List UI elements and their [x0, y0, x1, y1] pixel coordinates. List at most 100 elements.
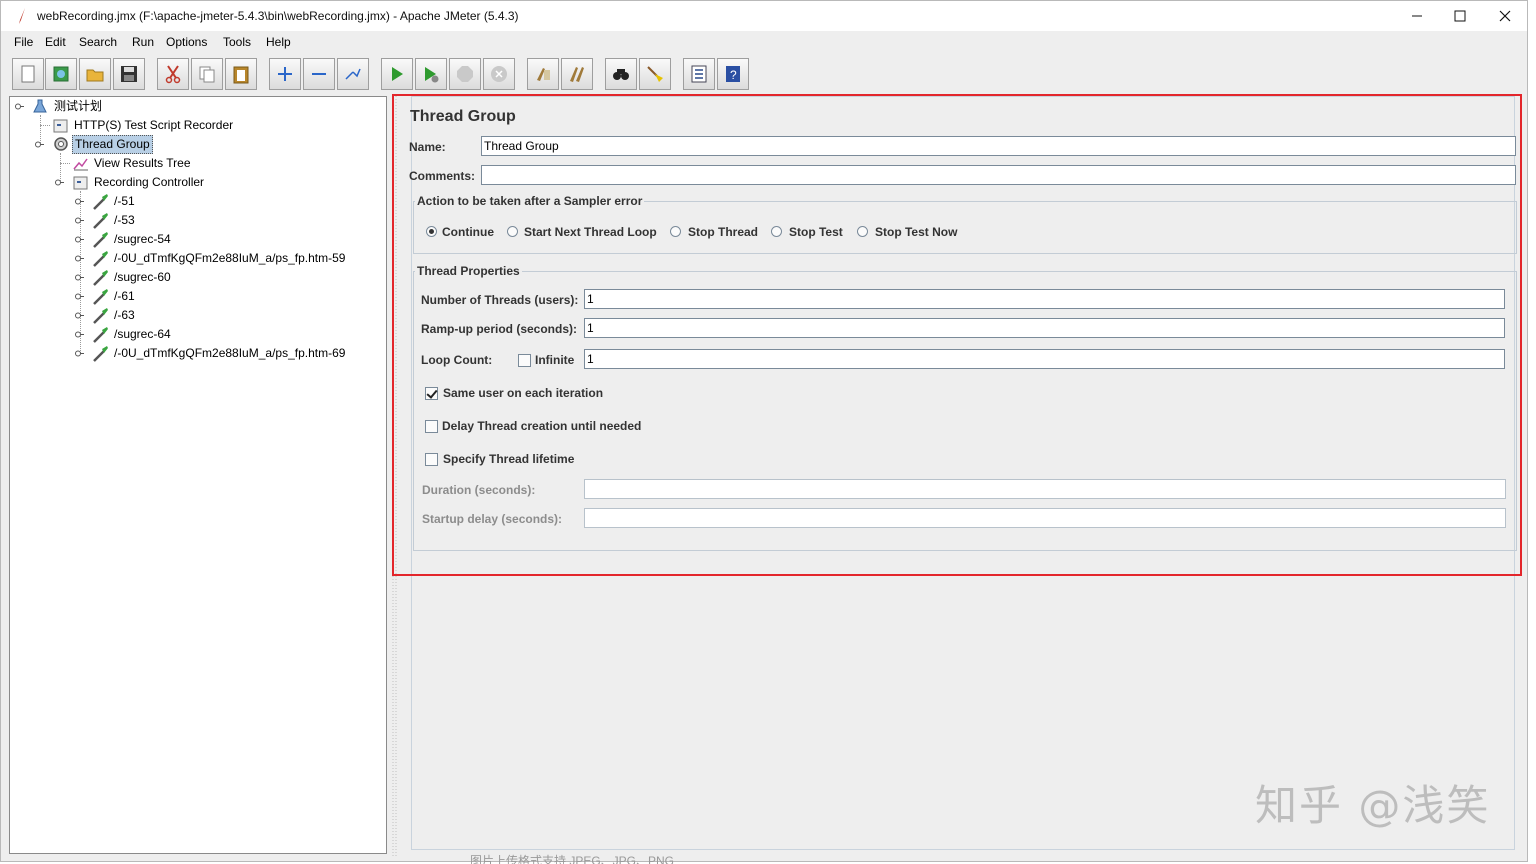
tree-item-sampler[interactable]: /-0U_dTmfKgQFm2e88IuM_a/ps_fp.htm-59 — [10, 249, 386, 268]
menu-run[interactable]: Run — [132, 35, 154, 49]
menu-bar: File Edit Search Run Options Tools Help — [1, 31, 1527, 53]
window-title: webRecording.jmx (F:\apache-jmeter-5.4.3… — [37, 9, 519, 23]
highlight-box — [392, 94, 1522, 576]
jmeter-feather-icon — [19, 8, 25, 24]
test-plan-tree[interactable]: 测试计划 HTTP(S) Test Script Recorder Thread… — [9, 96, 387, 854]
tree-expand-icon[interactable] — [75, 330, 84, 339]
tree-item-label: Recording Controller — [94, 175, 205, 189]
toggle-button[interactable] — [337, 58, 369, 90]
sampler-icon — [93, 251, 108, 267]
menu-options[interactable]: Options — [166, 35, 207, 49]
tree-item-sampler[interactable]: /sugrec-60 — [10, 268, 386, 287]
maximize-button[interactable] — [1437, 1, 1483, 31]
tree-expand-icon[interactable] — [75, 292, 84, 301]
paste-icon — [233, 66, 249, 84]
expand-button[interactable] — [269, 58, 301, 90]
cut-button[interactable] — [157, 58, 189, 90]
start-button[interactable] — [381, 58, 413, 90]
stop-icon — [457, 66, 473, 82]
templates-button[interactable] — [45, 58, 77, 90]
sampler-icon — [93, 308, 108, 324]
collapse-button[interactable] — [303, 58, 335, 90]
expand-icon — [278, 67, 292, 81]
search-button[interactable] — [605, 58, 637, 90]
start-no-pauses-button[interactable] — [415, 58, 447, 90]
tree-item-label: HTTP(S) Test Script Recorder — [74, 118, 234, 132]
clear-all-button[interactable] — [561, 58, 593, 90]
close-icon — [1499, 10, 1511, 22]
open-icon — [86, 69, 104, 82]
save-button[interactable] — [113, 58, 145, 90]
tree-item-view-results-tree[interactable]: View Results Tree — [10, 154, 386, 173]
help-icon: ? — [726, 66, 740, 82]
collapse-icon — [312, 73, 326, 75]
sampler-icon — [93, 289, 108, 305]
tree-item-sampler[interactable]: /-53 — [10, 211, 386, 230]
sampler-icon — [93, 194, 108, 210]
sampler-icon — [93, 327, 108, 343]
minimize-icon — [1412, 15, 1422, 17]
shutdown-button[interactable] — [483, 58, 515, 90]
sampler-icon — [93, 346, 108, 362]
tree-item-test-plan[interactable]: 测试计划 — [10, 97, 386, 116]
sampler-icon — [93, 270, 108, 286]
tree-expand-icon[interactable] — [55, 178, 64, 187]
new-icon — [21, 65, 35, 83]
save-icon — [121, 66, 137, 82]
paste-button[interactable] — [225, 58, 257, 90]
menu-help[interactable]: Help — [266, 35, 291, 49]
search-icon — [613, 69, 629, 80]
recorder-icon — [53, 119, 68, 133]
tree-item-recording-controller[interactable]: Recording Controller — [10, 173, 386, 192]
copy-button[interactable] — [191, 58, 223, 90]
tree-item-label: /sugrec-60 — [114, 270, 171, 284]
tree-item-label: /-0U_dTmfKgQFm2e88IuM_a/ps_fp.htm-69 — [114, 346, 346, 360]
stop-button[interactable] — [449, 58, 481, 90]
start-no-pauses-icon — [425, 67, 439, 83]
tree-item-sampler[interactable]: /sugrec-64 — [10, 325, 386, 344]
tree-item-label: View Results Tree — [94, 156, 191, 170]
new-button[interactable] — [12, 58, 44, 90]
tree-item-sampler[interactable]: /sugrec-54 — [10, 230, 386, 249]
templates-icon — [53, 66, 69, 82]
thread-group-icon — [54, 137, 68, 151]
open-button[interactable] — [79, 58, 111, 90]
tree-expand-icon[interactable] — [75, 216, 84, 225]
controller-icon — [73, 176, 88, 190]
tree-item-label: 测试计划 — [54, 99, 103, 113]
menu-tools[interactable]: Tools — [223, 35, 251, 49]
tree-item-recorder[interactable]: HTTP(S) Test Script Recorder — [10, 116, 386, 135]
tree-item-label: Thread Group — [72, 135, 153, 154]
tree-expand-icon[interactable] — [75, 254, 84, 263]
menu-edit[interactable]: Edit — [45, 35, 66, 49]
results-tree-icon — [73, 158, 88, 171]
close-button[interactable] — [1482, 1, 1528, 31]
tree-expand-icon[interactable] — [15, 102, 24, 111]
maximize-icon — [1454, 10, 1466, 22]
tree-item-sampler[interactable]: /-51 — [10, 192, 386, 211]
toggle-icon — [345, 68, 361, 80]
tree-item-sampler[interactable]: /-0U_dTmfKgQFm2e88IuM_a/ps_fp.htm-69 — [10, 344, 386, 363]
tree-expand-icon[interactable] — [75, 311, 84, 320]
tree-item-label: /sugrec-64 — [114, 327, 171, 341]
shutdown-icon — [491, 66, 507, 82]
menu-search[interactable]: Search — [79, 35, 117, 49]
menu-file[interactable]: File — [14, 35, 33, 49]
tree-item-thread-group[interactable]: Thread Group — [10, 135, 386, 154]
clear-button[interactable] — [527, 58, 559, 90]
help-button[interactable]: ? — [717, 58, 749, 90]
tree-expand-icon[interactable] — [75, 197, 84, 206]
tree-expand-icon[interactable] — [75, 273, 84, 282]
cut-icon — [165, 65, 181, 84]
tree-expand-icon[interactable] — [75, 349, 84, 358]
function-helper-button[interactable] — [683, 58, 715, 90]
tree-expand-icon[interactable] — [35, 140, 44, 149]
start-icon — [392, 67, 403, 81]
watermark: 知乎 @浅笑 — [1255, 781, 1491, 830]
tree-item-sampler[interactable]: /-63 — [10, 306, 386, 325]
tree-item-label: /-0U_dTmfKgQFm2e88IuM_a/ps_fp.htm-59 — [114, 251, 346, 265]
tree-expand-icon[interactable] — [75, 235, 84, 244]
tree-item-sampler[interactable]: /-61 — [10, 287, 386, 306]
minimize-button[interactable] — [1394, 1, 1440, 31]
reset-search-button[interactable] — [639, 58, 671, 90]
